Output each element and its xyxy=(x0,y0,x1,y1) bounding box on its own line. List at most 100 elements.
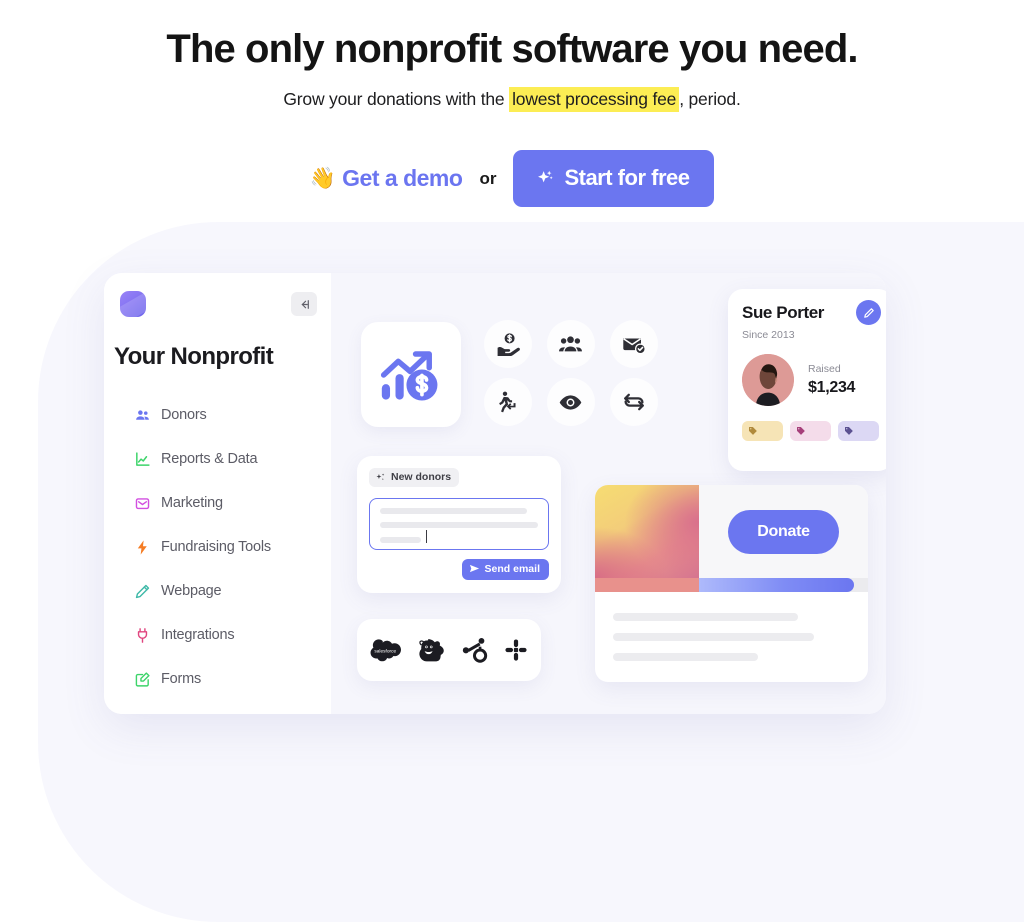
sidebar-item-label: Marketing xyxy=(161,495,223,511)
skeleton-line xyxy=(613,633,815,641)
donate-text-skeleton xyxy=(595,592,868,661)
skeleton-line xyxy=(613,653,758,661)
sidebar-header xyxy=(104,291,331,317)
waving-hand-icon: 👋 xyxy=(309,166,336,190)
sidebar-nav: Donors Reports & Data Marketing Fundrais… xyxy=(104,393,331,701)
sidebar-item-fundraising-tools[interactable]: Fundraising Tools xyxy=(134,525,331,569)
tag-icon xyxy=(749,427,757,435)
get-a-demo-button[interactable]: 👋 Get a demo xyxy=(310,165,463,192)
plug-icon xyxy=(134,627,151,644)
new-donors-chip[interactable]: New donors xyxy=(369,468,460,487)
send-paper-plane-icon xyxy=(469,563,480,574)
page-title: The only nonprofit software you need. xyxy=(166,27,858,71)
pencil-icon xyxy=(134,583,151,600)
pencil-edit-icon xyxy=(863,307,875,319)
stat-icon-grid xyxy=(476,315,665,431)
sidebar-item-label: Donors xyxy=(161,407,207,423)
raised-block: Raised $1,234 xyxy=(808,363,855,397)
sidebar-item-label: Fundraising Tools xyxy=(161,539,271,555)
collapse-sidebar-icon[interactable] xyxy=(291,292,317,316)
get-a-demo-label: Get a demo xyxy=(342,165,463,192)
organization-title: Your Nonprofit xyxy=(114,343,274,370)
sidebar-item-label: Reports & Data xyxy=(161,451,258,467)
app-mockup-window: Your Nonprofit Donors Reports & Data Mar… xyxy=(104,273,886,714)
integrations-card: salesforce xyxy=(357,619,541,681)
stat-cell-views[interactable] xyxy=(539,373,602,431)
compose-email-card: New donors Send email xyxy=(357,456,561,593)
new-donors-chip-label: New donors xyxy=(391,471,452,483)
slack-logo-icon[interactable] xyxy=(503,637,529,663)
donor-tag[interactable] xyxy=(790,421,831,441)
placeholder-line xyxy=(380,537,422,544)
donate-button-area: Donate xyxy=(699,485,868,578)
sidebar-item-label: Forms xyxy=(161,671,202,687)
edit-donor-button[interactable] xyxy=(856,300,881,325)
email-verified-icon xyxy=(621,332,646,357)
donation-progress-row xyxy=(595,578,868,592)
sidebar-item-integrations[interactable]: Integrations xyxy=(134,613,331,657)
subtitle-text-before: Grow your donations with the xyxy=(283,89,510,110)
sidebar-item-label: Integrations xyxy=(161,627,235,643)
sidebar-item-marketing[interactable]: Marketing xyxy=(134,481,331,525)
salesforce-logo-icon[interactable]: salesforce xyxy=(369,637,403,663)
sidebar-item-forms[interactable]: Forms xyxy=(134,657,331,701)
growth-chart-tile[interactable] xyxy=(361,322,461,427)
page-subtitle: Grow your donations with the lowest proc… xyxy=(0,87,1024,113)
compose-actions: Send email xyxy=(369,558,549,580)
progress-spacer xyxy=(595,578,699,592)
chart-line-icon xyxy=(134,451,151,468)
app-logo-icon[interactable] xyxy=(120,291,146,317)
donor-profile-card: Sue Porter Since 2013 Raised $1,234 xyxy=(728,289,886,471)
donor-tag[interactable] xyxy=(742,421,783,441)
tag-icon xyxy=(845,427,853,435)
donate-button[interactable]: Donate xyxy=(728,509,839,554)
send-email-button[interactable]: Send email xyxy=(461,558,549,580)
donor-tags-row xyxy=(742,421,879,441)
sidebar-item-label: Webpage xyxy=(161,583,222,599)
stat-cell-donations[interactable] xyxy=(476,315,539,373)
stat-cell-sync[interactable] xyxy=(602,373,665,431)
skeleton-line xyxy=(613,613,798,621)
sidebar-item-webpage[interactable]: Webpage xyxy=(134,569,331,613)
tag-icon xyxy=(797,427,805,435)
email-body-input[interactable] xyxy=(369,497,549,550)
sidebar-item-reports-data[interactable]: Reports & Data xyxy=(134,437,331,481)
send-email-label: Send email xyxy=(484,562,540,575)
start-for-free-button[interactable]: Start for free xyxy=(513,150,715,208)
or-separator: or xyxy=(479,168,497,188)
sidebar-item-donors[interactable]: Donors xyxy=(134,393,331,437)
stat-cell-recurring-donor[interactable] xyxy=(476,373,539,431)
progress-fill xyxy=(699,578,855,592)
svg-text:salesforce: salesforce xyxy=(374,648,396,654)
people-group-icon xyxy=(558,332,583,357)
donor-since: Since 2013 xyxy=(742,329,795,341)
raised-label: Raised xyxy=(808,363,841,375)
progress-track xyxy=(699,578,868,592)
mailchimp-logo-icon[interactable] xyxy=(417,637,447,664)
raised-amount: $1,234 xyxy=(808,379,856,396)
cta-row: 👋 Get a demo or Start for free xyxy=(0,150,1024,208)
form-edit-icon xyxy=(134,671,151,688)
app-content-pane: New donors Send email salesforce Sue Por… xyxy=(331,273,886,714)
campaign-image xyxy=(595,485,699,578)
hand-holding-dollar-icon xyxy=(496,332,520,356)
envelope-icon xyxy=(134,495,151,512)
donation-page-card: Donate xyxy=(595,485,868,682)
donor-avatar xyxy=(742,354,794,406)
app-sidebar: Your Nonprofit Donors Reports & Data Mar… xyxy=(104,273,331,714)
donor-tag[interactable] xyxy=(838,421,879,441)
stat-cell-email-verified[interactable] xyxy=(602,315,665,373)
placeholder-line xyxy=(380,507,527,514)
hero-section: The only nonprofit software you need. Gr… xyxy=(0,0,1024,208)
bolt-icon xyxy=(134,539,151,556)
subtitle-highlight: lowest processing fee xyxy=(509,87,680,113)
eye-icon xyxy=(558,390,583,415)
growth-chart-dollar-icon xyxy=(378,344,444,406)
sparkles-icon xyxy=(375,472,386,483)
donor-summary-row: Raised $1,234 xyxy=(742,354,879,406)
recurring-donor-icon xyxy=(495,390,520,415)
sync-refresh-icon xyxy=(622,390,646,414)
hubspot-logo-icon[interactable] xyxy=(461,636,489,664)
sparkle-star-icon xyxy=(534,168,555,189)
stat-cell-donors[interactable] xyxy=(539,315,602,373)
